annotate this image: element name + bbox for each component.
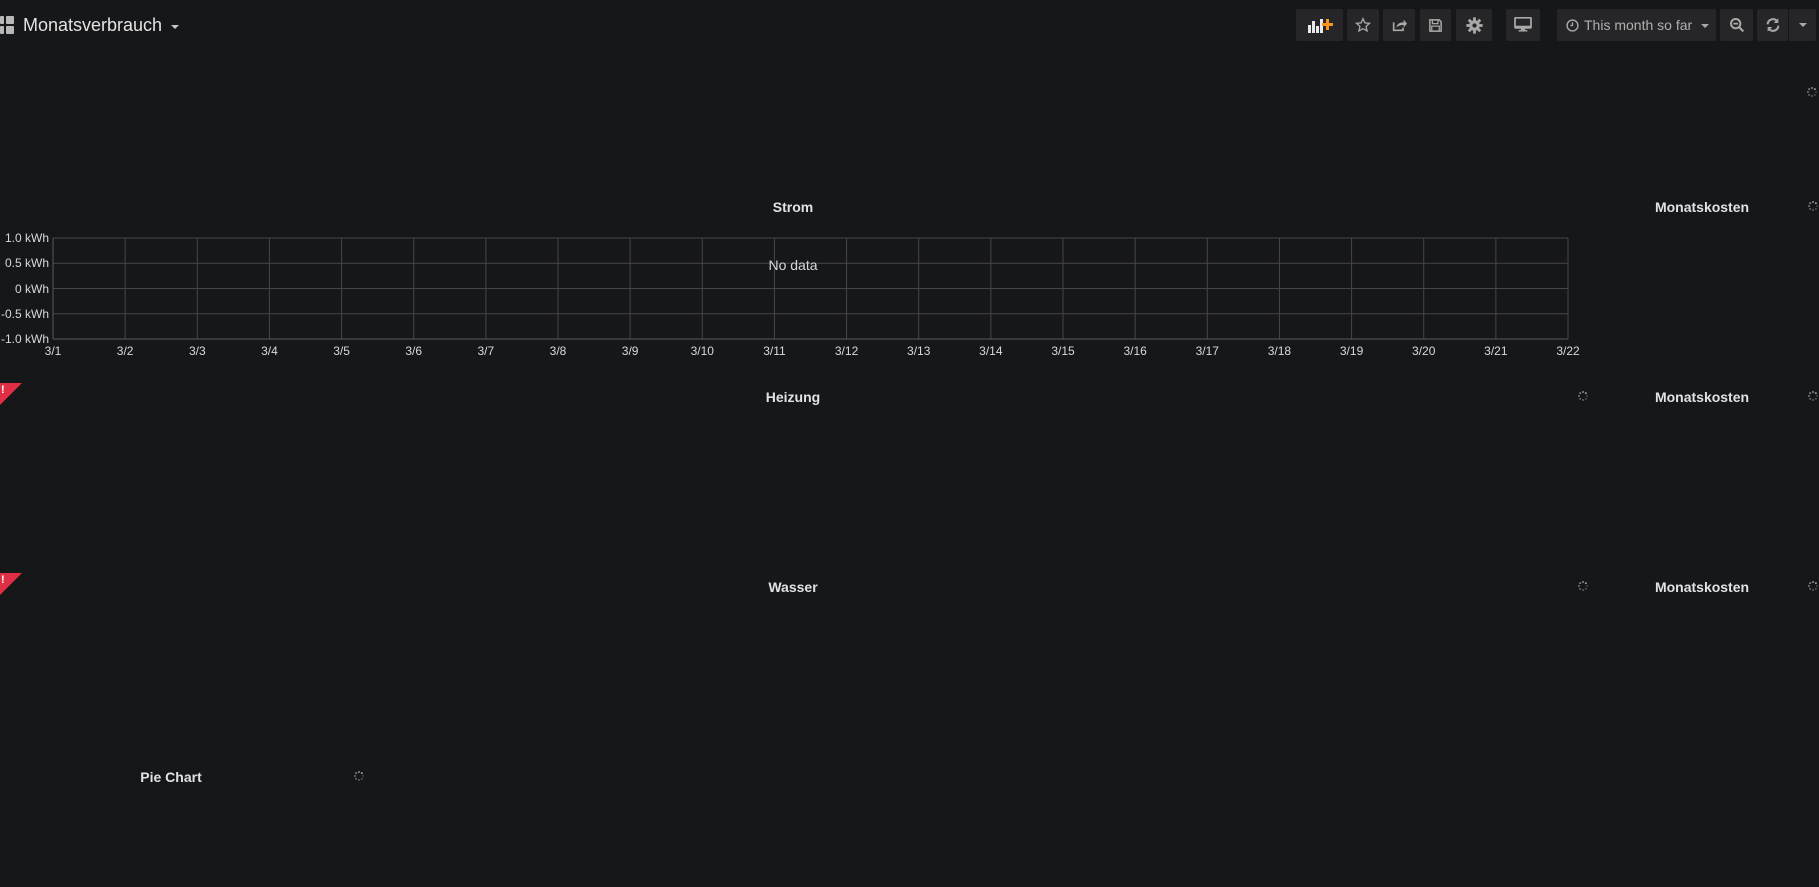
x-tick-label: 3/8 (549, 344, 567, 358)
panel-title-pie-chart[interactable]: Pie Chart (140, 769, 201, 785)
save-dashboard-button[interactable] (1420, 9, 1451, 41)
panel-title-heizung-monatskosten[interactable]: Monatskosten (1655, 389, 1749, 405)
dashboard-settings-button[interactable] (1456, 9, 1492, 41)
y-tick-label: 1.0 kWh (4, 231, 49, 245)
panel-title-wasser[interactable]: Wasser (768, 579, 817, 595)
x-tick-label: 3/16 (1123, 344, 1147, 358)
x-tick-label: 3/4 (261, 344, 278, 358)
x-tick-label: 3/11 (763, 344, 786, 358)
loading-spinner-icon (1577, 390, 1589, 402)
dashboard-grid-icon (0, 16, 14, 34)
save-icon (1429, 18, 1442, 32)
refresh-interval-dropdown[interactable] (1789, 9, 1816, 41)
loading-spinner-icon (1806, 86, 1818, 98)
y-tick-label: 0.5 kWh (4, 256, 49, 271)
x-tick-label: 3/13 (907, 344, 931, 358)
x-tick-label: 3/17 (1195, 344, 1219, 358)
no-data-message: No data (768, 257, 818, 273)
panel-title-heizung[interactable]: Heizung (766, 389, 820, 405)
loading-spinner-icon (1807, 200, 1819, 212)
strom-graph-grid (52, 237, 1569, 340)
y-tick-label: -1.0 kWh (0, 332, 49, 346)
time-range-label: This month so far (1584, 17, 1693, 33)
x-tick-label: 3/22 (1556, 344, 1580, 358)
gear-icon (1465, 16, 1483, 34)
loading-spinner-icon (1807, 580, 1819, 592)
y-tick-label: 0 kWh (14, 281, 49, 296)
panel-title-strom[interactable]: Strom (773, 199, 813, 215)
x-tick-label: 3/12 (834, 344, 859, 358)
dashboard-title: Monatsverbrauch (23, 14, 163, 35)
chevron-down-icon (1701, 24, 1710, 28)
x-tick-label: 3/6 (405, 344, 423, 358)
zoom-out-icon (1729, 18, 1744, 33)
share-icon (1392, 19, 1407, 32)
x-tick-label: 3/1 (44, 344, 62, 358)
x-tick-label: 3/18 (1267, 344, 1292, 358)
loading-spinner-icon (1807, 390, 1819, 402)
monitor-icon (1514, 17, 1532, 32)
loading-spinner-icon (353, 770, 365, 782)
dashboard-title-picker[interactable]: Monatsverbrauch (0, 10, 180, 40)
x-tick-label: 3/21 (1484, 344, 1508, 358)
x-tick-label: 3/7 (477, 344, 495, 358)
panel-error-indicator-wasser[interactable]: ! (0, 573, 22, 595)
time-range-picker[interactable]: This month so far (1557, 9, 1716, 41)
tv-mode-button[interactable] (1506, 9, 1540, 41)
chevron-down-icon (171, 25, 180, 29)
refresh-icon (1766, 18, 1779, 32)
x-tick-label: 3/10 (690, 344, 714, 358)
share-dashboard-button[interactable] (1383, 9, 1415, 41)
x-tick-label: 3/5 (333, 344, 350, 358)
star-icon (1355, 17, 1371, 33)
panel-title-strom-monatskosten[interactable]: Monatskosten (1655, 199, 1749, 215)
error-icon: ! (1, 384, 5, 396)
loading-spinner-icon (1577, 580, 1589, 592)
y-tick-label: -0.5 kWh (0, 306, 49, 321)
strom-graph[interactable]: 1.0 kWh 0.5 kWh 0 kWh -0.5 kWh -1.0 kWh 3/1 3/… (0, 225, 1600, 360)
x-tick-label: 3/2 (116, 344, 134, 358)
error-icon: ! (1, 574, 5, 586)
x-tick-label: 3/20 (1412, 344, 1436, 358)
refresh-button[interactable] (1757, 9, 1788, 41)
panel-error-indicator-heizung[interactable]: ! (0, 383, 22, 405)
panel-title-wasser-monatskosten[interactable]: Monatskosten (1655, 579, 1749, 595)
chevron-down-icon (1798, 23, 1807, 27)
x-tick-label: 3/19 (1339, 344, 1364, 358)
x-tick-label: 3/9 (621, 344, 639, 358)
add-panel-icon (1307, 19, 1333, 33)
x-tick-label: 3/3 (188, 344, 206, 358)
x-tick-label: 3/15 (1051, 344, 1075, 358)
add-panel-button[interactable] (1296, 9, 1343, 41)
star-dashboard-button[interactable] (1347, 9, 1379, 41)
x-tick-label: 3/14 (979, 344, 1003, 358)
clock-icon (1566, 18, 1579, 32)
zoom-out-button[interactable] (1720, 9, 1753, 41)
